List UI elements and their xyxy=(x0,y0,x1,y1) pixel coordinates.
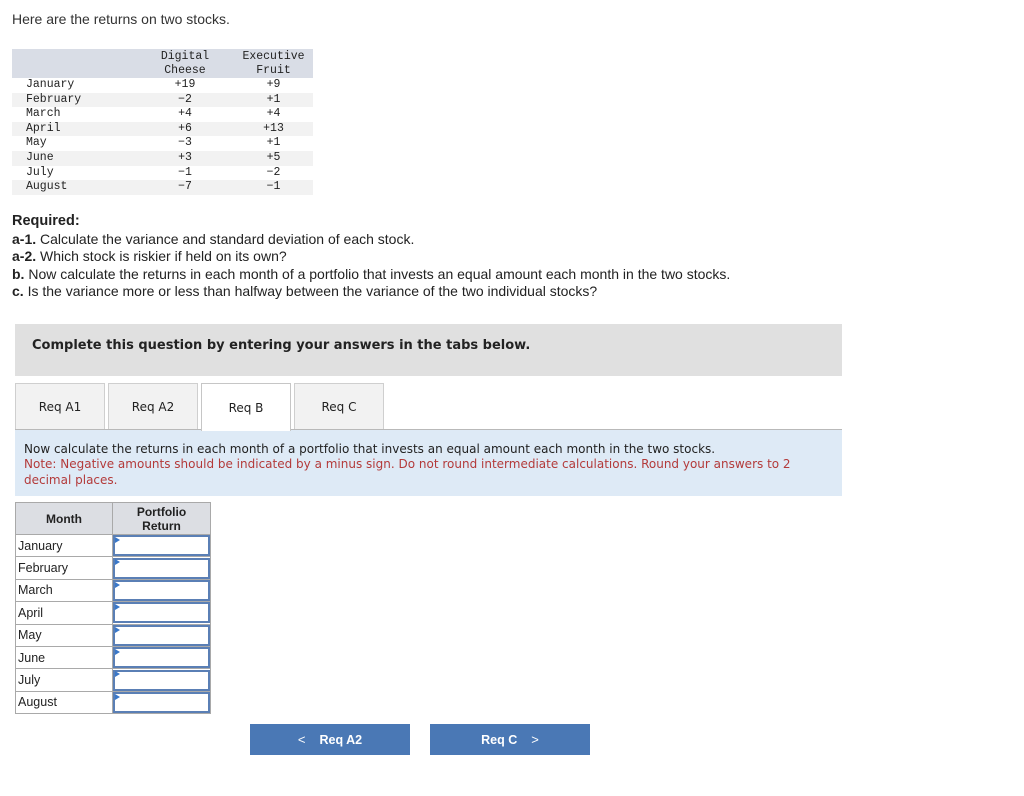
executive-fruit-cell: +9 xyxy=(266,78,281,91)
tab-req-a2[interactable]: Req A2 xyxy=(108,383,198,429)
portfolio-return-input-march[interactable] xyxy=(113,579,210,601)
executive-fruit-cell: −1 xyxy=(234,180,313,195)
month-cell: March xyxy=(26,107,61,121)
month-cell: February xyxy=(12,92,136,108)
executive-fruit-cell: +4 xyxy=(266,107,281,121)
next-button-label: Req C xyxy=(481,732,518,747)
required-heading: Required: xyxy=(12,213,80,229)
chevron-left-icon: < xyxy=(297,732,306,747)
tab-req-a1[interactable]: Req A1 xyxy=(15,383,105,429)
month-cell: May xyxy=(26,136,47,150)
month-cell: July xyxy=(26,165,54,179)
stock-returns-table: Digital Cheese Executive Fruit January +… xyxy=(12,49,313,195)
digital-cheese-cell: +19 xyxy=(174,78,196,91)
month-label: February xyxy=(15,556,113,580)
portfolio-return-input-august[interactable] xyxy=(113,691,210,713)
month-cell: August xyxy=(12,180,136,195)
digital-cheese-cell: +4 xyxy=(178,107,192,121)
answer-row: June xyxy=(15,645,211,670)
stock-table-header-row: Digital Cheese Executive Fruit xyxy=(12,49,313,78)
warning-note: Note: Negative amounts should be indicat… xyxy=(24,457,791,487)
stock-table-header-executive-fruit: Executive Fruit xyxy=(234,49,313,78)
portfolio-return-input-february[interactable] xyxy=(113,557,210,579)
executive-fruit-cell: +1 xyxy=(234,92,313,108)
month-label: January xyxy=(15,533,113,558)
executive-fruit-cell: +13 xyxy=(234,121,313,137)
required-section: Required: a-1. Calculate the variance an… xyxy=(12,213,730,301)
stock-table-header-month xyxy=(12,49,136,78)
portfolio-return-column-header: Portfolio Return xyxy=(112,502,211,535)
portfolio-return-table: Month Portfolio Return January February … xyxy=(15,502,211,715)
instructions-text: Complete this question by entering your … xyxy=(32,338,531,353)
next-req-c-button[interactable]: Req C > xyxy=(430,724,590,755)
digital-cheese-cell: +6 xyxy=(136,121,234,137)
answer-row: May xyxy=(15,623,211,647)
digital-cheese-cell: −1 xyxy=(178,165,192,179)
portfolio-return-input-july[interactable] xyxy=(113,669,210,691)
required-item-a2: a-2. Which stock is riskier if held on i… xyxy=(12,248,287,264)
tab-req-b[interactable]: Req B xyxy=(201,383,291,431)
stock-table-row: April +6 +13 xyxy=(12,121,313,137)
portfolio-return-input-june[interactable] xyxy=(113,647,210,669)
portfolio-return-input-may[interactable] xyxy=(113,624,210,646)
month-label: April xyxy=(15,601,113,625)
prev-req-a2-button[interactable]: < Req A2 xyxy=(250,724,410,755)
month-label: May xyxy=(15,623,113,647)
digital-cheese-cell: +3 xyxy=(136,150,234,166)
required-item-a1: a-1. Calculate the variance and standard… xyxy=(12,230,415,247)
answer-row: February xyxy=(15,556,211,580)
stock-table-header-digital-cheese: Digital Cheese xyxy=(136,49,234,78)
month-cell: January xyxy=(26,78,75,91)
answer-table-header-row: Month Portfolio Return xyxy=(15,502,211,535)
prev-button-label: Req A2 xyxy=(319,732,363,747)
question-text: Now calculate the returns in each month … xyxy=(24,442,716,456)
stock-table-row: January +19 +9 xyxy=(12,78,313,93)
answer-row: July xyxy=(15,668,211,692)
month-label: August xyxy=(15,690,113,715)
answer-row: April xyxy=(15,601,211,625)
answer-row: March xyxy=(15,578,211,603)
month-label: March xyxy=(15,578,113,603)
executive-fruit-cell: +1 xyxy=(266,136,281,150)
intro-text: Here are the returns on two stocks. xyxy=(12,11,230,27)
stock-table-row: March +4 +4 xyxy=(12,107,313,122)
executive-fruit-cell: +5 xyxy=(234,150,313,166)
stock-table-row: July −1 −2 xyxy=(12,166,313,181)
answer-row: January xyxy=(15,533,211,558)
month-cell: April xyxy=(12,121,136,137)
stock-table-row: August −7 −1 xyxy=(12,180,313,195)
month-label: July xyxy=(15,668,113,692)
answer-row: August xyxy=(15,690,211,715)
required-item-b: b. Now calculate the returns in each mon… xyxy=(12,265,731,282)
tab-req-c[interactable]: Req C xyxy=(294,383,384,429)
month-column-header: Month xyxy=(15,502,113,535)
question-note-box: Now calculate the returns in each month … xyxy=(15,429,842,496)
digital-cheese-cell: −2 xyxy=(136,92,234,108)
digital-cheese-cell: −7 xyxy=(136,180,234,195)
portfolio-return-input-january[interactable] xyxy=(113,535,210,557)
portfolio-return-input-april[interactable] xyxy=(113,602,210,624)
executive-fruit-cell: −2 xyxy=(266,165,281,179)
instructions-bar: Complete this question by entering your … xyxy=(15,324,842,376)
stock-table-row: May −3 +1 xyxy=(12,136,313,151)
required-item-c: c. Is the variance more or less than hal… xyxy=(12,283,598,299)
chevron-right-icon: > xyxy=(531,732,539,747)
stock-table-row: February −2 +1 xyxy=(12,92,313,108)
stock-table-row: June +3 +5 xyxy=(12,150,313,166)
digital-cheese-cell: −3 xyxy=(178,136,192,150)
month-cell: June xyxy=(12,150,136,166)
month-label: June xyxy=(15,645,113,670)
